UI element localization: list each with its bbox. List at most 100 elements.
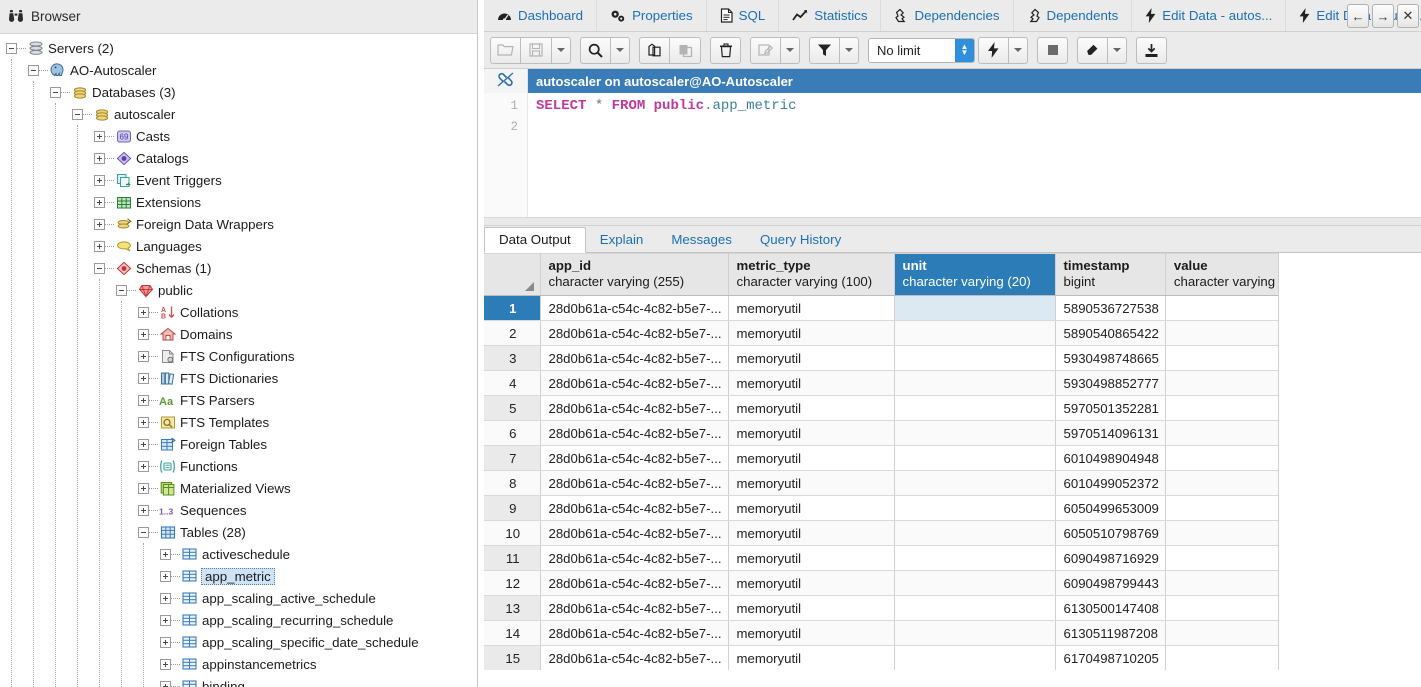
execute-dropdown[interactable] — [1009, 36, 1028, 64]
table-row[interactable]: 11 28d0b61a-c54c-4c82-b5e7-... memoryutil 6… — [484, 545, 1296, 571]
expand-icon[interactable] — [138, 460, 149, 472]
filter-dropdown[interactable] — [840, 36, 859, 64]
cell-unit[interactable] — [894, 545, 1056, 571]
row-number[interactable]: 11 — [484, 545, 541, 571]
tree-item-app-metric[interactable]: app_metric — [0, 565, 477, 587]
tree-item-public[interactable]: public — [0, 279, 477, 301]
sql-editor[interactable]: autoscaler on autoscaler@AO-Autoscaler 1… — [484, 69, 1421, 217]
cell-app_id[interactable]: 28d0b61a-c54c-4c82-b5e7-... — [540, 320, 729, 346]
cell-unit[interactable] — [894, 345, 1056, 371]
table-row[interactable]: 14 28d0b61a-c54c-4c82-b5e7-... memoryutil 6… — [484, 620, 1296, 646]
tab-dependents[interactable]: Dependents — [1014, 0, 1133, 31]
tree-item-app-scaling-recurring-schedule[interactable]: app_scaling_recurring_schedule — [0, 609, 477, 631]
tree-item-databases-3[interactable]: Databases (3) — [0, 81, 477, 103]
expand-icon[interactable] — [160, 680, 171, 687]
expand-icon[interactable] — [94, 152, 105, 164]
column-header-metric_type[interactable]: metric_type character varying (100) — [728, 253, 895, 296]
cell-app_id[interactable]: 28d0b61a-c54c-4c82-b5e7-... — [540, 495, 729, 521]
cell-timestamp[interactable]: 5930498748665 — [1055, 345, 1166, 371]
expand-icon[interactable] — [94, 240, 105, 252]
cell-timestamp[interactable]: 5890540865422 — [1055, 320, 1166, 346]
cell-app_id[interactable]: 28d0b61a-c54c-4c82-b5e7-... — [540, 420, 729, 446]
column-header-unit[interactable]: unit character varying (20) — [894, 253, 1056, 296]
execute-query-button[interactable] — [978, 36, 1009, 64]
tree-item-app-scaling-specific-date-schedule[interactable]: app_scaling_specific_date_schedule — [0, 631, 477, 653]
cell-timestamp[interactable]: 6130511987208 — [1055, 620, 1166, 646]
cell-timestamp[interactable]: 5970501352281 — [1055, 395, 1166, 421]
row-number[interactable]: 2 — [484, 320, 541, 346]
tab-sql[interactable]: SQL — [707, 0, 780, 31]
find-button[interactable] — [580, 36, 611, 64]
column-header-value[interactable]: value character varying — [1165, 253, 1296, 296]
grid-corner-select-all[interactable] — [484, 253, 541, 296]
row-limit-input[interactable] — [869, 38, 955, 62]
cell-value[interactable] — [1165, 595, 1296, 621]
tab-close-button[interactable]: ✕ — [1397, 4, 1419, 28]
cell-timestamp[interactable]: 6090498799443 — [1055, 570, 1166, 596]
tree-item-binding[interactable]: binding — [0, 675, 477, 687]
cell-unit[interactable] — [894, 470, 1056, 496]
cell-app_id[interactable]: 28d0b61a-c54c-4c82-b5e7-... — [540, 620, 729, 646]
data-output-grid[interactable]: app_id character varying (255) metric_type… — [484, 253, 1421, 670]
cell-unit[interactable] — [894, 420, 1056, 446]
save-file-button[interactable] — [521, 36, 552, 64]
broken-link-icon[interactable] — [497, 72, 514, 90]
save-file-dropdown[interactable] — [552, 36, 571, 64]
expand-icon[interactable] — [138, 438, 149, 450]
expand-icon[interactable] — [138, 504, 149, 516]
expand-icon[interactable] — [138, 306, 149, 318]
tree-item-languages[interactable]: Languages — [0, 235, 477, 257]
cell-unit[interactable] — [894, 570, 1056, 596]
tab-scroll-left-button[interactable]: ← — [1347, 4, 1369, 28]
cell-metric_type[interactable]: memoryutil — [728, 620, 895, 646]
column-header-app_id[interactable]: app_id character varying (255) — [540, 253, 729, 296]
expand-icon[interactable] — [160, 548, 171, 560]
expand-icon[interactable] — [138, 372, 149, 384]
cell-value[interactable] — [1165, 520, 1296, 546]
tree-item-catalogs[interactable]: Catalogs — [0, 147, 477, 169]
cell-metric_type[interactable]: memoryutil — [728, 545, 895, 571]
tab-edit-data-autos-6[interactable]: Edit Data - autos... — [1132, 0, 1287, 31]
cell-value[interactable] — [1165, 370, 1296, 396]
table-row[interactable]: 6 28d0b61a-c54c-4c82-b5e7-... memoryutil 59… — [484, 420, 1296, 446]
tree-item-materialized-views[interactable]: Materialized Views — [0, 477, 477, 499]
expand-icon[interactable] — [138, 394, 149, 406]
tree-item-servers-2[interactable]: Servers (2) — [0, 37, 477, 59]
cell-timestamp[interactable]: 6010499052372 — [1055, 470, 1166, 496]
open-file-button[interactable] — [490, 36, 521, 64]
cell-app_id[interactable]: 28d0b61a-c54c-4c82-b5e7-... — [540, 520, 729, 546]
cell-value[interactable] — [1165, 395, 1296, 421]
cell-app_id[interactable]: 28d0b61a-c54c-4c82-b5e7-... — [540, 595, 729, 621]
tab-statistics[interactable]: Statistics — [779, 0, 882, 31]
row-number[interactable]: 1 — [484, 295, 541, 321]
object-tab-strip[interactable]: Dashboard Properties SQL Statistics Dependen… — [484, 0, 1421, 32]
tree-item-autoscaler[interactable]: autoscaler — [0, 103, 477, 125]
collapse-icon[interactable] — [6, 42, 17, 54]
expand-icon[interactable] — [160, 592, 171, 604]
expand-icon[interactable] — [138, 482, 149, 494]
cell-metric_type[interactable]: memoryutil — [728, 595, 895, 621]
expand-icon[interactable] — [160, 570, 171, 582]
paste-button[interactable] — [670, 36, 701, 64]
row-number[interactable]: 5 — [484, 395, 541, 421]
object-tree[interactable]: Servers (2) AO-Autoscaler Databases (3) aut… — [0, 34, 477, 687]
cell-unit[interactable] — [894, 495, 1056, 521]
cell-unit[interactable] — [894, 445, 1056, 471]
cell-value[interactable] — [1165, 570, 1296, 596]
cell-metric_type[interactable]: memoryutil — [728, 470, 895, 496]
copy-button[interactable] — [639, 36, 670, 64]
collapse-icon[interactable] — [50, 86, 61, 98]
tree-item-activeschedule[interactable]: activeschedule — [0, 543, 477, 565]
stop-query-button[interactable] — [1037, 36, 1068, 64]
cell-value[interactable] — [1165, 320, 1296, 346]
expand-icon[interactable] — [138, 416, 149, 428]
tree-item-extensions[interactable]: Extensions — [0, 191, 477, 213]
tab-properties[interactable]: Properties — [597, 0, 707, 31]
cell-timestamp[interactable]: 5890536727538 — [1055, 295, 1166, 321]
cell-unit[interactable] — [894, 645, 1056, 670]
result-tab-explain[interactable]: Explain — [586, 228, 658, 252]
cell-metric_type[interactable]: memoryutil — [728, 520, 895, 546]
expand-icon[interactable] — [160, 636, 171, 648]
tree-item-domains[interactable]: Domains — [0, 323, 477, 345]
column-header-timestamp[interactable]: timestamp bigint — [1055, 253, 1166, 296]
